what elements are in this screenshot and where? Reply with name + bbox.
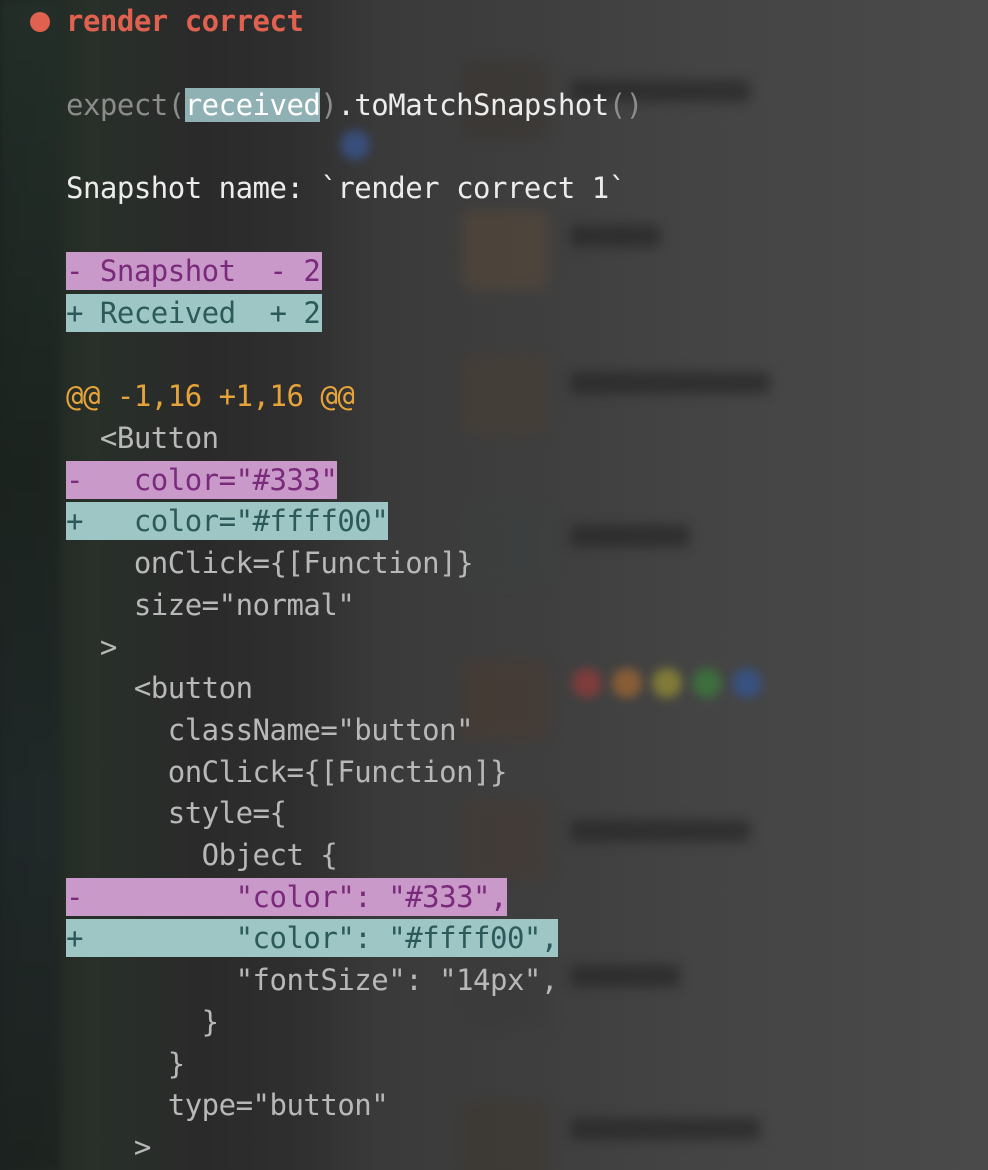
hunk-header: @@ -1,16 +1,16 @@ [66,379,355,413]
diff-context-line: className="button" [66,712,474,747]
diff-context-line: "fontSize": "14px", [66,963,559,998]
diff-context-line: } [66,1004,219,1039]
diff-context-line: <button [66,671,253,706]
diff-added-line: + color="#ffff00" [66,502,389,541]
diff-context-line: type="button" [66,1088,389,1123]
diff-context-line: <Button [66,421,219,455]
diff-context-line: style={ [66,796,287,831]
diff-removed-line: - "color": "#333", [66,877,507,916]
matcher-name: .toMatchSnapshot [337,88,609,122]
legend-received: + Received + 2 [66,294,323,332]
matcher-parens: () [608,88,643,122]
diff-context-line: Object { [66,838,338,872]
diff-context-line: } [66,1046,185,1081]
test-output: render correct expect(received).toMatchS… [0,0,988,1170]
snapshot-name: Snapshot name: `render correct 1` [66,171,626,205]
diff-context-line: > [66,1129,151,1164]
terminal-window: render correct expect(received).toMatchS… [0,0,988,1170]
diff-context-line: > [66,629,117,664]
legend-snapshot: - Snapshot - 2 [66,252,323,290]
fail-dot-icon [30,12,50,32]
diff-removed-line: - color="#333" [66,460,338,499]
diff-context-line: onClick={[Function]} [66,754,508,789]
expect-close-paren: ) [320,88,338,122]
diff-context-line: onClick={[Function]} [66,546,474,581]
expect-prefix: expect( [66,88,185,122]
expect-line: expect(received).toMatchSnapshot() [66,86,643,124]
diff-context-line: size="normal" [66,587,355,622]
received-highlight: received [184,88,321,122]
test-title: render correct [66,4,304,38]
diff-added-line: + "color": "#ffff00", [66,919,558,958]
